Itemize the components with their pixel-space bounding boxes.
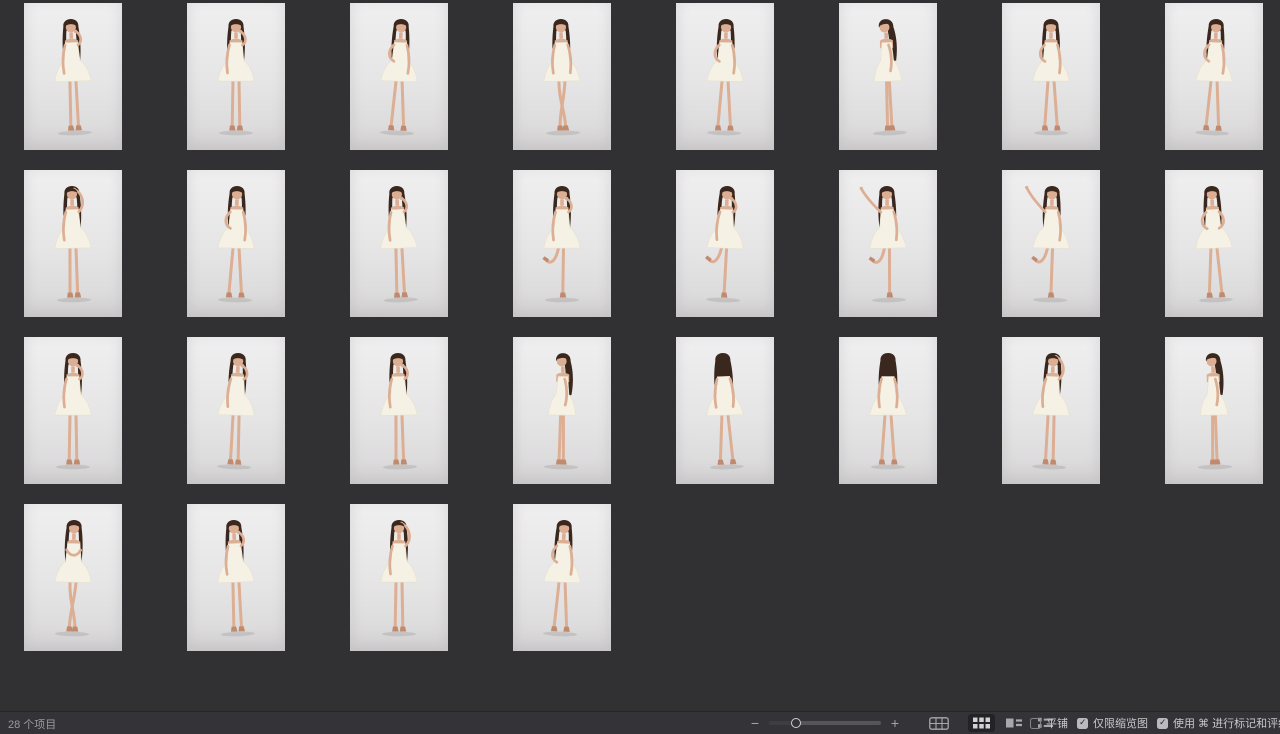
table-view-icon xyxy=(929,717,949,730)
photo-browser-window: 28 个项目 − + 平铺 仅限缩览图 使用 ⌘ 进行标记和评级 xyxy=(0,0,1280,734)
option-label[interactable]: 平铺 xyxy=(1046,715,1068,731)
photo-thumbnail[interactable] xyxy=(839,170,937,317)
photo-thumbnail[interactable] xyxy=(187,3,285,150)
photo-thumbnail[interactable] xyxy=(1165,3,1263,150)
thumbnail-view-icon xyxy=(973,717,990,729)
photo-thumbnail[interactable] xyxy=(187,170,285,317)
table-view-button[interactable] xyxy=(924,714,954,733)
photo-thumbnail[interactable] xyxy=(1002,170,1100,317)
option-label[interactable]: 仅限缩览图 xyxy=(1093,715,1148,731)
options-group: 平铺 仅限缩览图 使用 ⌘ 进行标记和评级 xyxy=(1030,712,1280,734)
option-1[interactable]: 平铺 xyxy=(1030,715,1068,731)
photo-thumbnail[interactable] xyxy=(24,337,122,484)
content-view-icon xyxy=(1006,717,1022,729)
checkbox-icon[interactable] xyxy=(1030,718,1041,729)
photo-thumbnail[interactable] xyxy=(513,504,611,651)
photo-thumbnail[interactable] xyxy=(350,3,448,150)
zoom-slider-knob[interactable] xyxy=(791,718,801,728)
checkbox-checked-icon[interactable] xyxy=(1157,718,1168,729)
thumbnail-view-button[interactable] xyxy=(968,714,995,732)
item-count-label: 28 个项目 xyxy=(8,716,56,732)
photo-thumbnail[interactable] xyxy=(350,337,448,484)
option-label[interactable]: 使用 ⌘ 进行标记和评级 xyxy=(1173,715,1280,731)
photo-thumbnail[interactable] xyxy=(513,170,611,317)
photo-thumbnail[interactable] xyxy=(839,337,937,484)
zoom-slider[interactable] xyxy=(769,721,881,725)
thumbnail-grid xyxy=(24,3,1263,651)
photo-thumbnail[interactable] xyxy=(676,170,774,317)
photo-thumbnail[interactable] xyxy=(187,337,285,484)
photo-thumbnail[interactable] xyxy=(1165,337,1263,484)
photo-thumbnail[interactable] xyxy=(676,3,774,150)
photo-thumbnail[interactable] xyxy=(839,3,937,150)
photo-thumbnail[interactable] xyxy=(513,337,611,484)
photo-thumbnail[interactable] xyxy=(1002,3,1100,150)
photo-thumbnail[interactable] xyxy=(1002,337,1100,484)
photo-thumbnail[interactable] xyxy=(513,3,611,150)
photo-thumbnail[interactable] xyxy=(676,337,774,484)
photo-thumbnail[interactable] xyxy=(24,3,122,150)
zoom-in-button[interactable]: + xyxy=(888,712,902,734)
content-view-button[interactable] xyxy=(1001,714,1027,732)
zoom-slider-group: − + xyxy=(748,712,902,734)
checkbox-checked-icon[interactable] xyxy=(1077,718,1088,729)
option-3[interactable]: 使用 ⌘ 进行标记和评级 xyxy=(1157,715,1280,731)
photo-thumbnail[interactable] xyxy=(24,504,122,651)
photo-thumbnail[interactable] xyxy=(24,170,122,317)
status-bar: 28 个项目 − + 平铺 仅限缩览图 使用 ⌘ 进行标记和评级 xyxy=(0,711,1280,734)
photo-thumbnail[interactable] xyxy=(187,504,285,651)
option-2[interactable]: 仅限缩览图 xyxy=(1077,715,1148,731)
zoom-out-button[interactable]: − xyxy=(748,712,762,734)
photo-thumbnail[interactable] xyxy=(350,170,448,317)
photo-thumbnail[interactable] xyxy=(350,504,448,651)
photo-thumbnail[interactable] xyxy=(1165,170,1263,317)
